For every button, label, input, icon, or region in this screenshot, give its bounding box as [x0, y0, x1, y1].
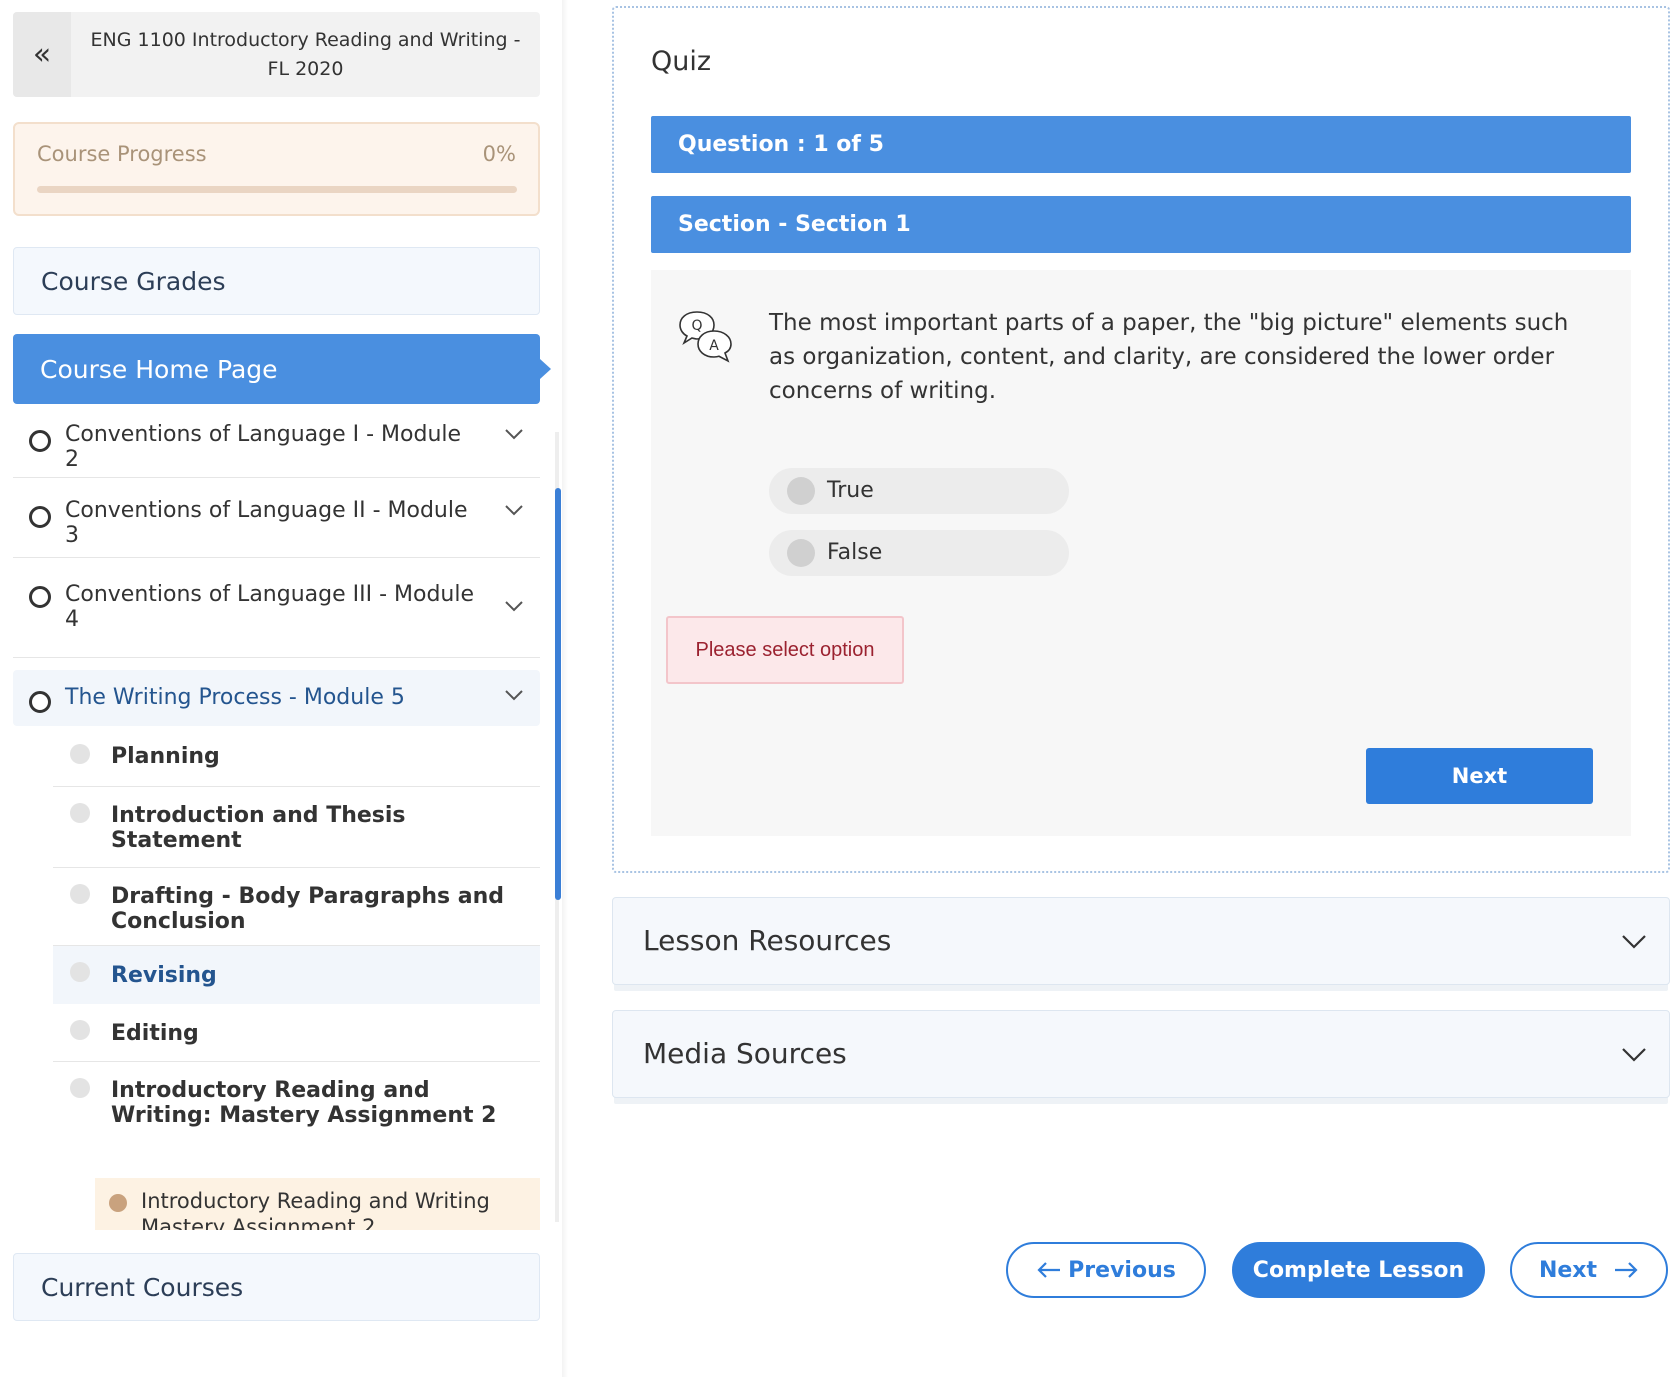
- collapse-sidebar-button[interactable]: «: [13, 12, 71, 97]
- course-grades-link[interactable]: Course Grades: [13, 247, 540, 315]
- progress-label: Course Progress: [37, 142, 207, 166]
- option-false[interactable]: False: [769, 530, 1069, 576]
- lesson-title: Introduction and Thesis Statement: [111, 803, 406, 853]
- course-title: ENG 1100 Introductory Reading and Writin…: [90, 28, 521, 80]
- previous-label: Previous: [1068, 1257, 1176, 1283]
- question-answer-icon: Q A: [679, 311, 732, 363]
- module-item[interactable]: Conventions of Language II - Module 3: [13, 478, 540, 558]
- sub-lesson-item[interactable]: Introductory Reading and Writing Mastery…: [95, 1178, 540, 1230]
- progress-value: 0%: [482, 142, 516, 166]
- lesson-title: Introductory Reading and Writing: Master…: [111, 1078, 497, 1128]
- module-title: Conventions of Language III - Module 4: [65, 582, 475, 632]
- validation-alert: Please select option: [666, 616, 904, 684]
- course-sidebar: « ENG 1100 Introductory Reading and Writ…: [0, 0, 565, 1377]
- accordion-title: Media Sources: [643, 1037, 847, 1070]
- progress-bar: [37, 186, 517, 193]
- module-item[interactable]: Conventions of Language III - Module 4: [13, 558, 540, 658]
- chevron-down-icon[interactable]: [1621, 928, 1647, 954]
- lesson-item[interactable]: Editing: [53, 1004, 540, 1062]
- lesson-title: Revising: [111, 963, 217, 988]
- module-item-active[interactable]: The Writing Process - Module 5: [13, 670, 540, 726]
- next-lesson-button[interactable]: Next: [1510, 1242, 1668, 1298]
- module-title: Conventions of Language II - Module 3: [65, 498, 468, 548]
- status-circle-icon: [29, 586, 51, 608]
- radio-button-icon[interactable]: [787, 477, 815, 505]
- double-chevron-left-icon: «: [32, 37, 52, 72]
- lesson-item[interactable]: Introductory Reading and Writing: Master…: [53, 1062, 540, 1166]
- lesson-title: Editing: [111, 1021, 199, 1046]
- qa-icon-a: A: [709, 338, 719, 354]
- course-home-label: Course Home Page: [40, 354, 278, 384]
- course-header: « ENG 1100 Introductory Reading and Writ…: [13, 12, 540, 97]
- option-label: True: [827, 478, 874, 503]
- course-progress-card: Course Progress 0%: [13, 122, 540, 216]
- qa-icon-q: Q: [691, 318, 702, 334]
- sub-lesson-status-dot: [109, 1194, 127, 1212]
- chevron-down-icon[interactable]: [504, 685, 524, 705]
- module-item[interactable]: Conventions of Language I - Module 2: [13, 404, 540, 478]
- lesson-status-dot: [70, 962, 90, 982]
- complete-lesson-button[interactable]: Complete Lesson: [1232, 1242, 1485, 1298]
- status-circle-icon: [29, 691, 51, 713]
- option-true[interactable]: True: [769, 468, 1069, 514]
- lesson-item[interactable]: Introduction and Thesis Statement: [53, 787, 540, 868]
- question-counter-bar: Question : 1 of 5: [651, 116, 1631, 173]
- media-sources-accordion[interactable]: Media Sources: [612, 1010, 1670, 1098]
- status-circle-icon: [29, 506, 51, 528]
- lesson-status-dot: [70, 1078, 90, 1098]
- status-circle-icon: [29, 430, 51, 452]
- accordion-title: Lesson Resources: [643, 924, 892, 957]
- lesson-title: Planning: [111, 744, 220, 769]
- lesson-item[interactable]: Planning: [53, 728, 540, 787]
- chevron-down-icon[interactable]: [1621, 1041, 1647, 1067]
- lesson-status-dot: [70, 1020, 90, 1040]
- previous-button[interactable]: Previous: [1006, 1242, 1206, 1298]
- chevron-down-icon[interactable]: [504, 500, 524, 520]
- sidebar-divider: [562, 0, 568, 1377]
- module-title: The Writing Process - Module 5: [65, 685, 405, 710]
- current-courses-link[interactable]: Current Courses: [13, 1253, 540, 1321]
- option-label: False: [827, 540, 883, 565]
- lesson-item-current[interactable]: Revising: [53, 946, 540, 1004]
- radio-button-icon[interactable]: [787, 539, 815, 567]
- module-title: Conventions of Language I - Module 2: [65, 422, 462, 472]
- course-home-page-link[interactable]: Course Home Page: [13, 334, 551, 404]
- module-list: Conventions of Language I - Module 2 Con…: [13, 404, 540, 1230]
- lesson-title: Drafting - Body Paragraphs and Conclusio…: [111, 884, 505, 934]
- sidebar-scrollbar-thumb[interactable]: [555, 488, 561, 900]
- sub-lesson-title: Introductory Reading and Writing Mastery…: [141, 1189, 490, 1230]
- section-bar: Section - Section 1: [651, 196, 1631, 253]
- quiz-title: Quiz: [651, 46, 712, 77]
- lesson-status-dot: [70, 884, 90, 904]
- quiz-next-button[interactable]: Next: [1366, 748, 1593, 804]
- lesson-status-dot: [70, 803, 90, 823]
- lesson-item[interactable]: Drafting - Body Paragraphs and Conclusio…: [53, 868, 540, 946]
- chevron-down-icon[interactable]: [504, 596, 524, 616]
- next-label: Next: [1538, 1257, 1598, 1283]
- question-body: Q A The most important parts of a paper,…: [651, 270, 1631, 836]
- arrow-left-icon: [1037, 1262, 1061, 1278]
- question-text: The most important parts of a paper, the…: [769, 310, 1569, 404]
- quiz-card: Quiz Question : 1 of 5 Section - Section…: [612, 6, 1670, 873]
- lesson-status-dot: [70, 744, 90, 764]
- arrow-right-icon: [1615, 1262, 1638, 1278]
- chevron-down-icon[interactable]: [504, 424, 524, 444]
- active-pointer: [540, 359, 551, 379]
- lesson-resources-accordion[interactable]: Lesson Resources: [612, 897, 1670, 985]
